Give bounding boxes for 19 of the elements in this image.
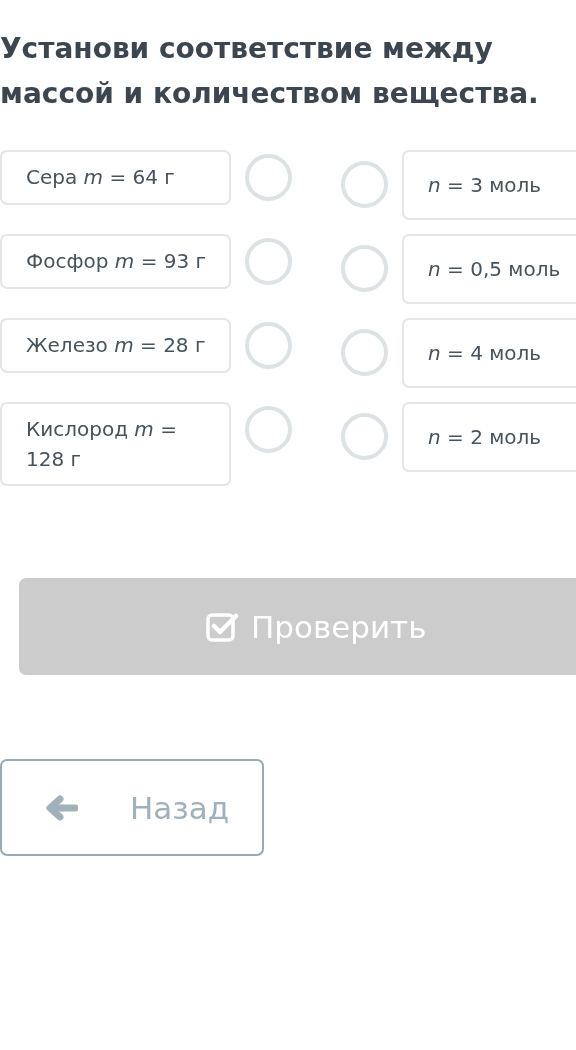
radio-circle[interactable] [341, 161, 388, 208]
radio-circle[interactable] [341, 413, 388, 460]
radio-circle[interactable] [341, 329, 388, 376]
answer-card[interactable]: Сера m = 64 г [0, 150, 231, 205]
task-title: Установи соответствие между массой и количеством вещества. [0, 31, 540, 112]
answer-card[interactable]: n = 2 моль [402, 402, 576, 472]
answer-card[interactable]: n = 3 моль [402, 150, 576, 220]
answer-card[interactable]: Фосфор m = 93 г [0, 234, 231, 289]
answer-card[interactable]: Кислород m = 128 г [0, 402, 231, 486]
radio-circle[interactable] [245, 238, 292, 285]
answer-card[interactable]: n = 0,5 моль [402, 234, 576, 304]
radio-circle[interactable] [245, 406, 292, 453]
radio-circle[interactable] [341, 245, 388, 292]
radio-circle[interactable] [245, 154, 292, 201]
arrow-left-icon [46, 794, 78, 821]
answer-card[interactable]: Железо m = 28 г [0, 318, 231, 373]
checkbox-icon [206, 611, 239, 642]
radio-circle[interactable] [245, 322, 292, 369]
answer-card[interactable]: n = 4 моль [402, 318, 576, 388]
